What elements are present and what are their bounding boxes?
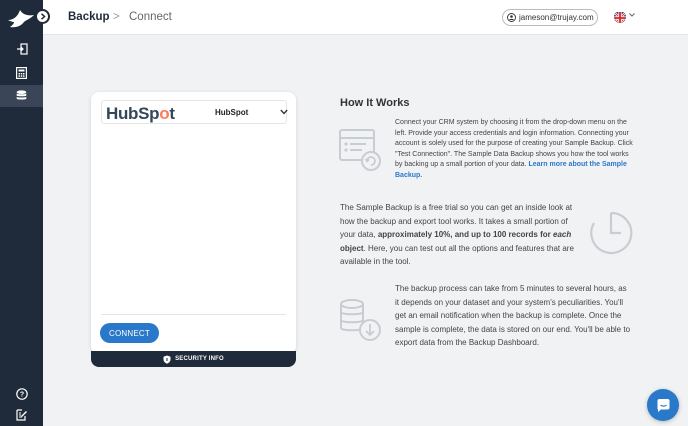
security-info-bar[interactable]: SECURITY INFO bbox=[91, 351, 296, 367]
language-flag-icon[interactable] bbox=[614, 11, 626, 23]
database-icon bbox=[16, 90, 27, 100]
help-icon: ? bbox=[15, 388, 28, 400]
chevron-right-icon bbox=[40, 13, 46, 20]
form-sync-icon bbox=[339, 129, 381, 171]
sidebar-item-connect[interactable] bbox=[0, 38, 43, 60]
user-icon bbox=[507, 13, 516, 22]
chat-button[interactable] bbox=[647, 389, 679, 421]
shield-icon bbox=[163, 355, 171, 364]
sidebar-item-backup[interactable] bbox=[0, 85, 43, 107]
chevron-down-icon bbox=[280, 109, 288, 115]
edit-report-icon bbox=[15, 409, 27, 421]
how-it-works-step-connect: Connect your CRM system by choosing it f… bbox=[395, 119, 633, 179]
calculator-icon bbox=[16, 67, 27, 79]
how-it-works-step-trial: The Sample Backup is a free trial so you… bbox=[340, 203, 574, 266]
connect-button[interactable]: CONNECT bbox=[100, 323, 159, 343]
crm-select-value: HubSpot bbox=[215, 108, 249, 117]
how-it-works-title: How It Works bbox=[340, 97, 410, 109]
user-email: jameson@trujay.com bbox=[519, 13, 594, 22]
sidebar: ? bbox=[0, 0, 43, 426]
database-download-icon bbox=[340, 299, 381, 341]
collapse-sidebar-button[interactable] bbox=[35, 9, 50, 24]
svg-text:?: ? bbox=[19, 392, 23, 399]
breadcrumb-separator: > bbox=[113, 11, 120, 23]
sidebar-item-reports[interactable] bbox=[0, 404, 43, 426]
clock-icon bbox=[590, 211, 633, 255]
user-account-button[interactable]: jameson@trujay.com bbox=[502, 9, 598, 26]
crm-select-dropdown[interactable]: HubSpot HubSpot bbox=[101, 100, 288, 124]
how-it-works-step-process: The backup process can take from 5 minut… bbox=[395, 284, 631, 347]
divider bbox=[101, 314, 286, 315]
breadcrumb-connect: Connect bbox=[129, 11, 172, 23]
sidebar-item-calculator[interactable] bbox=[0, 62, 43, 84]
chat-icon bbox=[657, 398, 669, 412]
sidebar-item-help[interactable]: ? bbox=[0, 383, 43, 405]
bird-logo-icon[interactable] bbox=[6, 6, 36, 30]
security-info-label: SECURITY INFO bbox=[175, 356, 224, 362]
connection-card: HubSpot HubSpot bbox=[91, 92, 296, 354]
language-dropdown-icon[interactable] bbox=[629, 13, 635, 17]
login-icon bbox=[16, 43, 28, 55]
hubspot-logo: HubSpot bbox=[106, 104, 175, 123]
breadcrumb-backup[interactable]: Backup bbox=[68, 11, 110, 23]
